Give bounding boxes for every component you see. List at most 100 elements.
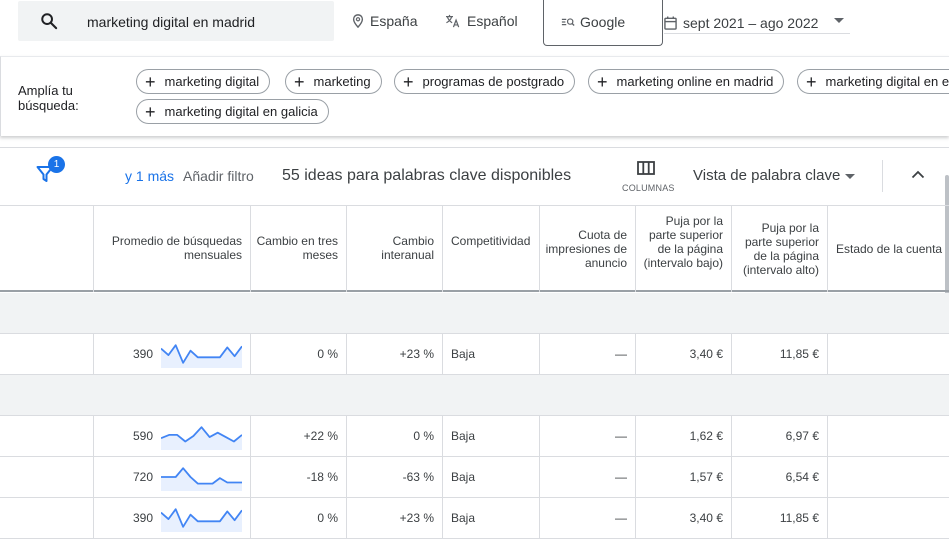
cell-competition-value: Baja <box>451 470 476 484</box>
cell-impression-share: — <box>540 334 636 374</box>
plus-icon: + <box>597 71 608 92</box>
cell-avg-searches: 590 <box>94 416 251 456</box>
trend-sparkline[interactable] <box>161 340 242 368</box>
suggestion-chip[interactable]: + marketing online en madrid <box>588 69 785 94</box>
cell-top-bid-low-value: 1,57 € <box>689 470 723 484</box>
cell-yoy-change-value: +23 % <box>399 347 434 361</box>
network-selector[interactable]: Google <box>543 0 663 46</box>
cell-impression-share-value: — <box>615 347 627 361</box>
avg-searches-value: 590 <box>132 429 153 443</box>
cell-top-bid-high: 6,97 € <box>732 416 828 456</box>
chip-label: marketing online en madrid <box>616 74 774 89</box>
header-top-bid-low[interactable]: Puja por la parte superior de la página … <box>636 206 732 292</box>
plus-icon: + <box>806 71 817 92</box>
cell-yoy-change: -63 % <box>347 457 443 497</box>
cell-three-month-change: +22 % <box>251 416 347 456</box>
cell-impression-share-value: — <box>615 470 627 484</box>
cell-top-bid-low: 3,40 € <box>636 334 732 374</box>
cell-competition: Baja <box>443 498 540 538</box>
plus-icon: + <box>403 71 414 92</box>
avg-searches-value: 720 <box>132 470 153 484</box>
suggestion-chip[interactable]: + marketing <box>285 69 382 94</box>
cell-yoy-change: +23 % <box>347 498 443 538</box>
cell-three-month-change: 0 % <box>251 498 347 538</box>
cell-keyword <box>0 334 94 374</box>
cell-competition-value: Baja <box>451 347 476 361</box>
add-filter-button[interactable]: Añadir filtro <box>183 168 254 184</box>
header-three-month-change[interactable]: Cambio en tres meses <box>251 206 347 292</box>
chip-label: marketing digital en galicia <box>164 104 318 119</box>
trend-sparkline[interactable] <box>161 422 242 450</box>
columns-button[interactable]: COLUMNAS <box>622 161 675 193</box>
header-keyword[interactable] <box>0 206 94 292</box>
location-pin-icon <box>352 14 364 28</box>
header-account-status[interactable]: Estado de la cuenta <box>828 206 949 292</box>
ideas-count-text: 55 ideas para palabras clave disponibles <box>282 167 572 184</box>
suggestion-chip[interactable]: + programas de postgrado <box>394 69 576 94</box>
cell-avg-searches: 390 <box>94 498 251 538</box>
date-range-label: sept 2021 – ago 2022 <box>683 14 819 31</box>
location-label: España <box>370 13 418 29</box>
cell-avg-searches: 720 <box>94 457 251 497</box>
table-row[interactable]: 590 +22 % 0 % Baja — 1,62 € 6,97 € <box>0 416 949 457</box>
header-top-bid-high[interactable]: Puja por la parte superior de la página … <box>732 206 828 292</box>
header-impression-share[interactable]: Cuota de impresiones de anuncio <box>540 206 636 292</box>
network-label: Google <box>580 14 626 30</box>
location-selector[interactable]: España <box>352 13 417 29</box>
suggestion-chip[interactable]: + marketing digital <box>136 69 271 94</box>
group-row <box>0 293 949 334</box>
top-bar: marketing digital en madrid España Españ… <box>0 0 949 56</box>
date-range-selector[interactable]: sept 2021 – ago 2022 <box>664 12 850 34</box>
keyword-search-box[interactable]: marketing digital en madrid <box>18 1 334 41</box>
table-row[interactable]: 720 -18 % -63 % Baja — 1,57 € 6,54 € <box>0 457 949 498</box>
cell-yoy-change: 0 % <box>347 416 443 456</box>
plus-icon: + <box>294 71 305 92</box>
search-network-icon <box>561 18 575 26</box>
search-query-text[interactable]: marketing digital en madrid <box>87 14 255 30</box>
cell-account-status <box>828 498 949 538</box>
view-selector[interactable]: Vista de palabra clave <box>693 167 840 184</box>
language-selector[interactable]: Español <box>445 13 518 29</box>
suggestion-chip[interactable]: + marketing digital en e <box>797 69 949 94</box>
chip-label: programas de postgrado <box>422 74 565 89</box>
filter-count-badge: 1 <box>48 156 65 173</box>
suggestion-chip[interactable]: + marketing digital en galicia <box>136 99 329 124</box>
chevron-down-icon <box>834 18 844 23</box>
search-icon <box>41 13 58 30</box>
cell-competition: Baja <box>443 416 540 456</box>
avg-searches-value: 390 <box>132 511 153 525</box>
cell-three-month-change-value: 0 % <box>317 347 338 361</box>
cell-three-month-change: 0 % <box>251 334 347 374</box>
cell-top-bid-high-value: 6,54 € <box>785 470 819 484</box>
header-avg-searches[interactable]: Promedio de búsquedas mensuales <box>94 206 251 292</box>
cell-top-bid-high: 6,54 € <box>732 457 828 497</box>
table-header: Promedio de búsquedas mensuales Cambio e… <box>0 205 949 292</box>
chip-label: marketing digital en e <box>825 74 949 89</box>
calendar-icon <box>664 15 677 30</box>
more-filters-link[interactable]: y 1 más <box>125 168 174 184</box>
language-label: Español <box>467 13 518 29</box>
cell-avg-searches: 390 <box>94 334 251 374</box>
cell-impression-share: — <box>540 416 636 456</box>
trend-sparkline[interactable] <box>161 463 242 491</box>
cell-top-bid-low: 1,57 € <box>636 457 732 497</box>
cell-top-bid-high-value: 11,85 € <box>779 347 819 361</box>
cell-competition-value: Baja <box>451 429 476 443</box>
plus-icon: + <box>145 71 156 92</box>
plus-icon: + <box>145 101 156 122</box>
table-row[interactable]: 390 0 % +23 % Baja — 3,40 € 11,85 € <box>0 498 949 539</box>
cell-account-status <box>828 457 949 497</box>
table-row[interactable]: 390 0 % +23 % Baja — 3,40 € 11,85 € <box>0 334 949 375</box>
trend-sparkline[interactable] <box>161 504 242 532</box>
cell-impression-share-value: — <box>615 511 627 525</box>
translate-icon <box>446 14 460 28</box>
cell-top-bid-low-value: 3,40 € <box>689 511 723 525</box>
chevron-down-icon[interactable] <box>845 174 855 179</box>
header-yoy-change[interactable]: Cambio interanual <box>347 206 443 292</box>
columns-label: COLUMNAS <box>622 183 675 193</box>
chevron-up-icon[interactable] <box>911 170 925 179</box>
cell-impression-share: — <box>540 498 636 538</box>
cell-account-status <box>828 416 949 456</box>
header-competition[interactable]: Competitividad <box>443 206 540 292</box>
cell-top-bid-high: 11,85 € <box>732 334 828 374</box>
